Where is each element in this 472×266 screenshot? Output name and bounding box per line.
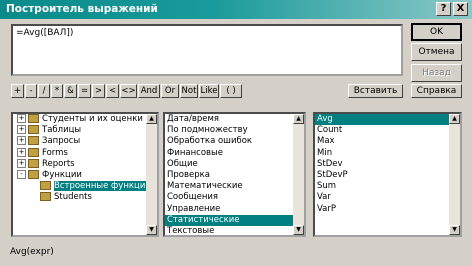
category-item[interactable]: Текстовые <box>165 226 304 235</box>
expand-icon[interactable]: + <box>17 136 26 146</box>
category-item[interactable]: По подмножеству <box>165 125 304 136</box>
operator-button[interactable]: = <box>78 84 91 98</box>
function-list[interactable]: Avg Count Max Min StDev StDevP Sum Var VarP ▲ ▼ <box>313 112 462 237</box>
tree-item-label: Запросы <box>42 136 81 147</box>
tree-item[interactable]: Встроенные функции <box>13 181 157 192</box>
function-item[interactable]: StDevP <box>315 170 460 181</box>
function-item[interactable]: Min <box>315 148 460 159</box>
operator-button[interactable]: And <box>138 84 160 98</box>
category-scrollbar[interactable]: ▲ ▼ <box>293 114 304 235</box>
folder-icon <box>28 158 39 168</box>
expand-icon[interactable]: + <box>17 114 26 123</box>
folder-icon <box>28 169 39 179</box>
scroll-up-icon[interactable]: ▲ <box>293 114 304 124</box>
function-item[interactable]: Avg <box>315 114 460 126</box>
tree-item-label: Students <box>54 192 92 203</box>
cancel-button[interactable]: Отмена <box>411 43 462 61</box>
operator-button[interactable]: < <box>106 84 119 98</box>
tree-item[interactable]: + Запросы <box>13 136 157 147</box>
expression-text: =Avg([ВАЛ]) <box>16 28 74 38</box>
folder-icon <box>40 181 51 191</box>
operator-button[interactable]: / <box>38 84 50 98</box>
title-bar: Построитель выражений ? X <box>0 0 472 19</box>
operator-button[interactable]: ( ) <box>220 84 242 98</box>
folder-icon <box>28 114 39 123</box>
category-item[interactable]: Статистические <box>165 214 304 226</box>
operator-button[interactable]: > <box>92 84 105 98</box>
tree-item[interactable]: - Функции <box>13 169 157 181</box>
function-item[interactable]: Max <box>315 136 460 147</box>
tree-item-label: Таблицы <box>42 125 82 136</box>
help-icon[interactable]: ? <box>436 2 451 16</box>
folder-icon <box>28 147 39 157</box>
category-item[interactable]: Финансовые <box>165 148 304 159</box>
category-list[interactable]: Дата/время По подмножеству Обработка ошибо… <box>163 112 306 237</box>
category-item[interactable]: Дата/время <box>165 114 304 125</box>
tree-item[interactable]: + Reports <box>13 158 157 170</box>
operator-button[interactable]: Or <box>161 84 179 98</box>
tree-item-label: Reports <box>42 158 75 169</box>
scroll-down-icon[interactable]: ▼ <box>449 225 460 235</box>
object-tree[interactable]: + Студенты и их оценки + Таблицы + Запросы + Fo… <box>11 112 159 237</box>
tree-item[interactable]: + Студенты и их оценки <box>13 114 157 125</box>
category-item[interactable]: Управление <box>165 204 304 215</box>
scroll-up-icon[interactable]: ▲ <box>449 114 460 124</box>
scroll-up-icon[interactable]: ▲ <box>146 114 157 124</box>
operator-button[interactable]: <> <box>120 84 137 98</box>
help-button[interactable]: Справка <box>411 84 462 98</box>
expand-icon[interactable]: + <box>17 125 26 135</box>
category-item[interactable]: Проверка <box>165 170 304 181</box>
folder-icon <box>28 136 39 146</box>
tree-item-label: Функции <box>42 169 82 180</box>
tree-item-label: Forms <box>42 147 68 158</box>
operator-button[interactable]: + <box>11 84 24 98</box>
expression-field[interactable]: =Avg([ВАЛ]) <box>11 24 403 76</box>
tree-item[interactable]: + Таблицы <box>13 125 157 136</box>
tree-item-label: Встроенные функции <box>54 181 151 192</box>
function-item[interactable]: Sum <box>315 181 460 192</box>
function-syntax: Avg(expr) <box>10 247 54 257</box>
tree-item-label: Студенты и их оценки <box>42 114 143 124</box>
folder-icon <box>40 192 51 202</box>
category-item[interactable]: Общие <box>165 159 304 170</box>
function-scrollbar[interactable]: ▲ ▼ <box>449 114 460 235</box>
scroll-down-icon[interactable]: ▼ <box>146 225 157 235</box>
tree-item[interactable]: + Forms <box>13 147 157 159</box>
operator-button[interactable]: * <box>51 84 63 98</box>
folder-icon <box>28 125 39 135</box>
function-item[interactable]: Var <box>315 192 460 203</box>
expand-icon[interactable]: - <box>17 169 26 179</box>
tree-item[interactable]: Students <box>13 192 157 203</box>
tree-scrollbar[interactable]: ▲ ▼ <box>146 114 157 235</box>
ok-button[interactable]: OK <box>411 23 462 41</box>
operator-button[interactable]: - <box>25 84 37 98</box>
operator-button[interactable]: & <box>64 84 77 98</box>
function-item[interactable]: VarP <box>315 204 460 215</box>
category-item[interactable]: Математические <box>165 181 304 192</box>
back-button[interactable]: Назад <box>411 64 462 82</box>
operator-button[interactable]: Not <box>180 84 198 98</box>
function-item[interactable]: Count <box>315 125 460 136</box>
operator-button[interactable]: Like <box>199 84 219 98</box>
category-item[interactable]: Сообщения <box>165 192 304 203</box>
function-item[interactable]: StDev <box>315 159 460 170</box>
window-title: Построитель выражений <box>6 3 158 15</box>
close-icon[interactable]: X <box>453 2 468 16</box>
category-item[interactable]: Обработка ошибок <box>165 136 304 147</box>
expand-icon[interactable]: + <box>17 147 26 157</box>
scroll-down-icon[interactable]: ▼ <box>293 225 304 235</box>
expand-icon[interactable]: + <box>17 158 26 168</box>
paste-button[interactable]: Вставить <box>348 84 403 98</box>
